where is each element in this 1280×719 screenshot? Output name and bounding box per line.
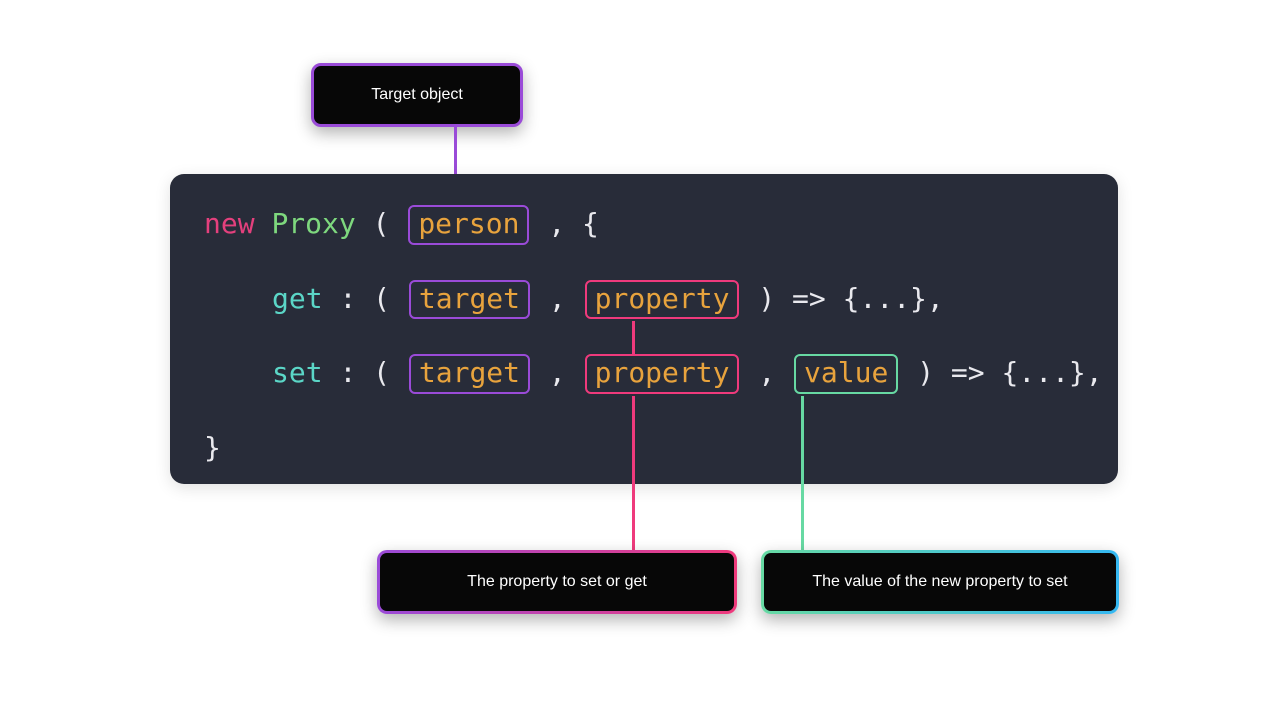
connector-green-down <box>801 396 804 552</box>
callout-value-text: The value of the new property to set <box>812 573 1067 590</box>
connector-pink-down <box>632 396 635 552</box>
callout-property-text: The property to set or get <box>467 573 647 590</box>
token-value: value <box>804 356 888 389</box>
diagram-stage: Target object new Proxy ( person , { get… <box>0 0 1280 719</box>
box-property-get: property <box>585 280 740 320</box>
code-line-1: new Proxy ( person , { <box>204 204 1084 245</box>
callout-value: The value of the new property to set <box>761 550 1119 614</box>
callout-target-object: Target object <box>311 63 523 127</box>
code-block: new Proxy ( person , { get : ( target , … <box>170 174 1118 484</box>
token-comma-1: , <box>549 282 583 315</box>
token-comma-2: , <box>549 356 583 389</box>
token-close-brace: } <box>204 431 221 464</box>
box-target-get: target <box>409 280 530 320</box>
token-after-person: , { <box>548 207 599 240</box>
token-person: person <box>418 207 519 240</box>
token-get: get <box>272 282 323 315</box>
box-target-set: target <box>409 354 530 394</box>
token-arrow-2: ) => {...}, <box>917 356 1102 389</box>
code-line-2: get : ( target , property ) => {...}, <box>272 279 1084 320</box>
token-set: set <box>272 356 323 389</box>
token-open-paren: ( <box>373 207 390 240</box>
token-comma-3: , <box>758 356 792 389</box>
token-colon-open-2: : ( <box>339 356 390 389</box>
code-line-4: } <box>204 428 1084 467</box>
callout-property: The property to set or get <box>377 550 737 614</box>
token-colon-open-1: : ( <box>339 282 390 315</box>
token-target-set: target <box>419 356 520 389</box>
token-property-get: property <box>595 282 730 315</box>
connector-pink-between <box>632 321 635 355</box>
code-line-3: set : ( target , property , value ) => {… <box>272 353 1084 394</box>
box-property-set: property <box>585 354 740 394</box>
box-value: value <box>794 354 898 394</box>
token-property-set: property <box>595 356 730 389</box>
token-proxy: Proxy <box>271 207 355 240</box>
box-person: person <box>408 205 529 245</box>
token-arrow-1: ) => {...}, <box>758 282 943 315</box>
token-new: new <box>204 207 255 240</box>
token-target-get: target <box>419 282 520 315</box>
callout-target-object-text: Target object <box>371 86 463 103</box>
